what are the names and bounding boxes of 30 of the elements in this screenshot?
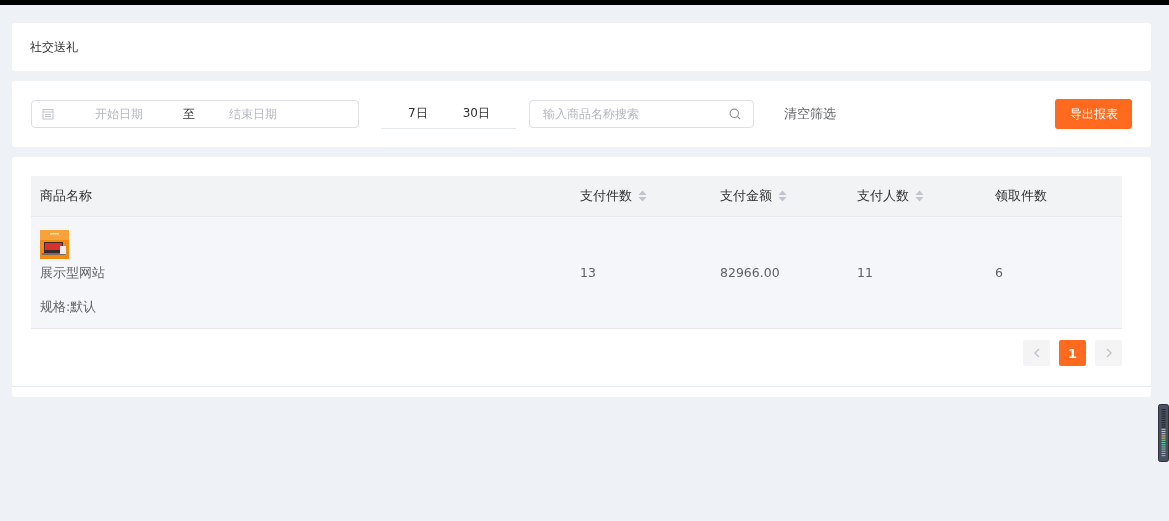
- table-cell: 6: [995, 265, 1003, 280]
- next-page-button[interactable]: [1095, 340, 1122, 366]
- sort-icon[interactable]: [778, 190, 787, 202]
- search-field[interactable]: 输入商品名称搜索: [529, 100, 754, 128]
- date-separator: 至: [183, 105, 195, 123]
- table-cell: 11: [857, 265, 873, 280]
- chevron-left-icon: [1033, 348, 1040, 358]
- search-icon: [729, 108, 741, 120]
- column-header[interactable]: 支付人数: [857, 187, 909, 205]
- table-cell: 82966.00: [720, 265, 780, 280]
- table-cell: 13: [580, 265, 596, 280]
- range-tab[interactable]: 30日: [462, 105, 490, 122]
- end-date-placeholder: 结束日期: [229, 105, 277, 123]
- sort-icon[interactable]: [638, 190, 647, 202]
- clear-filters-link[interactable]: 清空筛选: [784, 105, 836, 123]
- chevron-right-icon: [1105, 348, 1112, 358]
- page-title: 社交送礼: [30, 38, 78, 56]
- previous-page-button[interactable]: [1023, 340, 1050, 366]
- column-header: 商品名称: [40, 187, 92, 205]
- meter-widget-icon[interactable]: [1158, 404, 1169, 462]
- column-header[interactable]: 支付件数: [580, 187, 632, 205]
- calendar-icon: [42, 108, 54, 120]
- sort-icon[interactable]: [915, 190, 924, 202]
- column-header[interactable]: 支付金额: [720, 187, 772, 205]
- product-name: 展示型网站: [40, 264, 105, 282]
- product-spec: 规格:默认: [40, 298, 97, 316]
- range-tab[interactable]: 7日: [408, 105, 428, 122]
- date-range-field[interactable]: 开始日期 至 结束日期: [31, 100, 359, 128]
- column-header: 领取件数: [995, 187, 1047, 205]
- start-date-placeholder: 开始日期: [95, 105, 143, 123]
